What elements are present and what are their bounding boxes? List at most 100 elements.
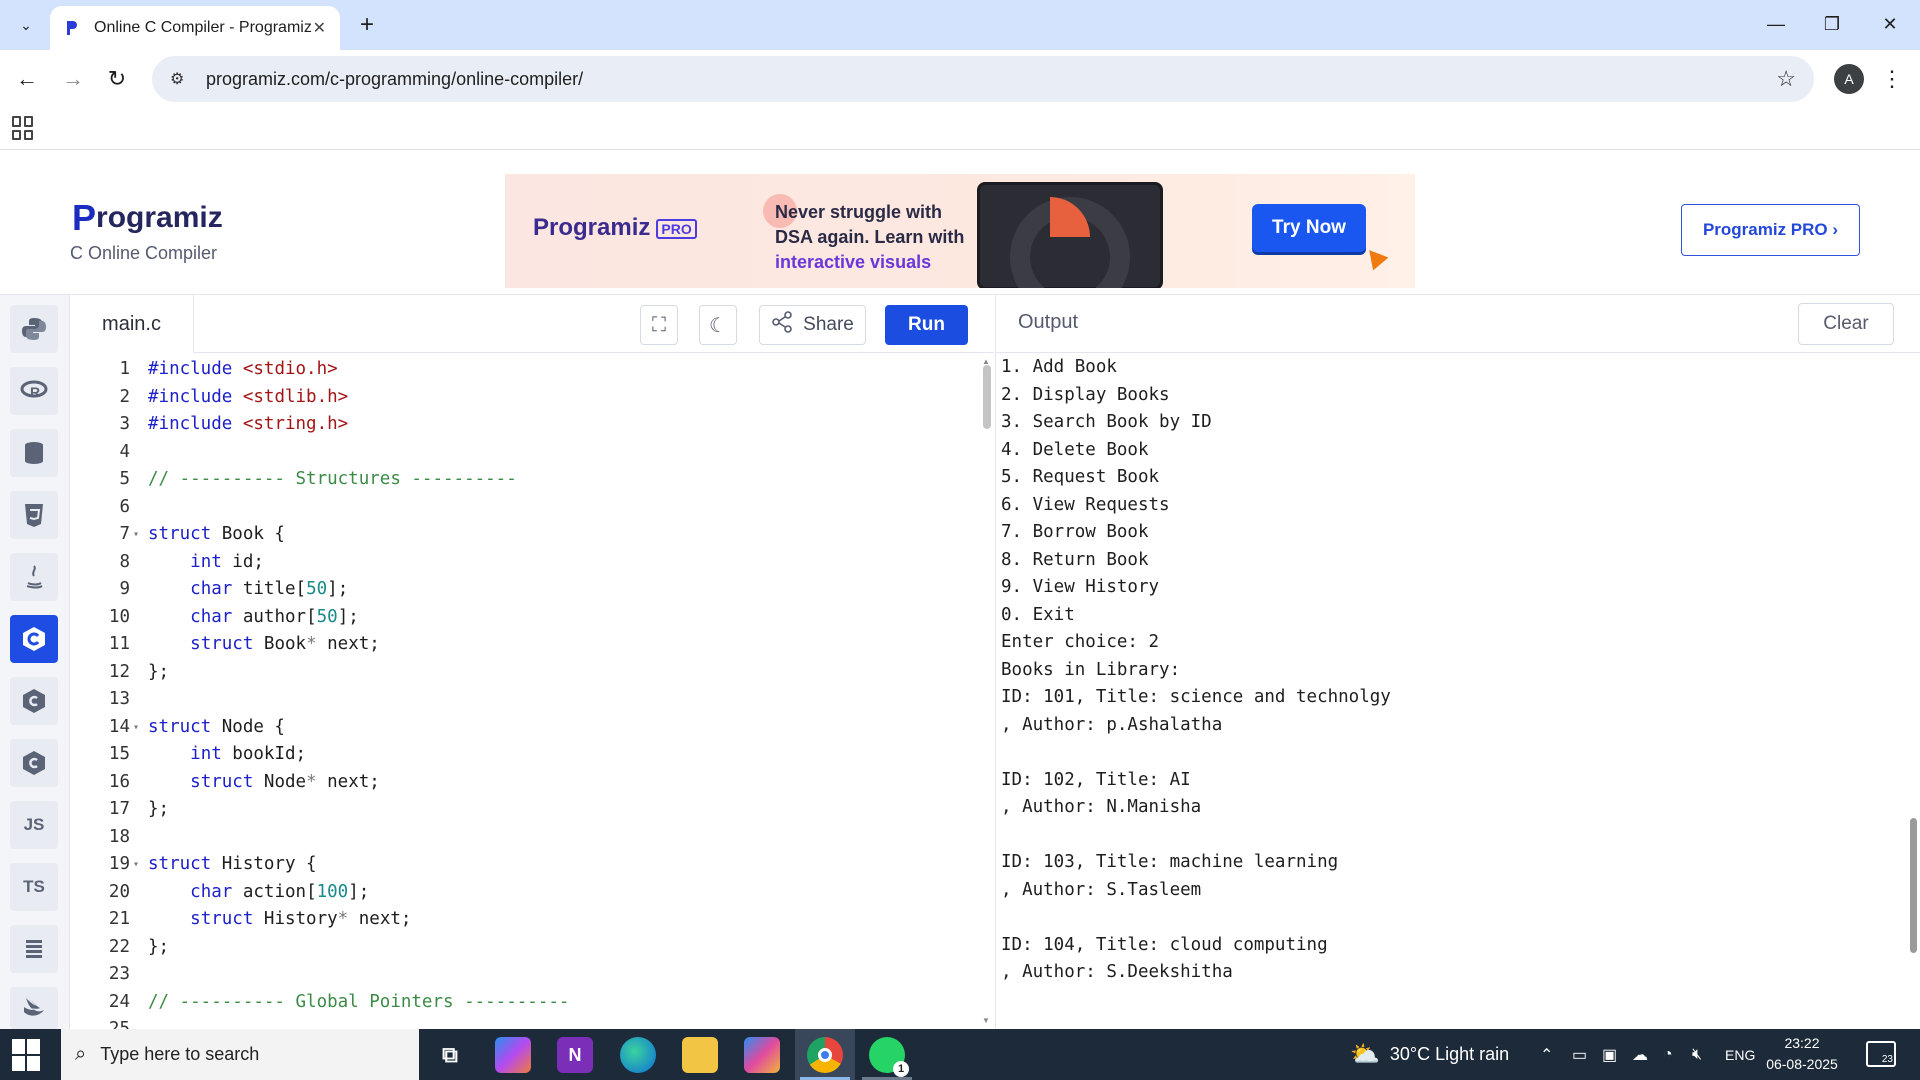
fold-arrow-icon[interactable]: ▾: [133, 714, 139, 742]
profile-avatar[interactable]: A: [1834, 64, 1864, 94]
js-icon[interactable]: JS: [10, 801, 58, 849]
tab-close-icon[interactable]: ✕: [313, 18, 326, 38]
file-tab-main-c[interactable]: main.c: [70, 295, 194, 353]
tab-search-icon[interactable]: ⌄: [10, 10, 42, 40]
code-line[interactable]: 22};: [70, 934, 970, 962]
fold-arrow-icon[interactable]: ▾: [133, 521, 139, 549]
editor-scrollbar[interactable]: [983, 365, 991, 429]
code-line[interactable]: 5 // ---------- Structures ----------: [70, 466, 970, 494]
clock[interactable]: 23:22 06-08-2025: [1762, 1033, 1842, 1075]
clock-time: 23:22: [1784, 1035, 1820, 1051]
c-icon[interactable]: [10, 615, 58, 663]
windows-start-icon[interactable]: [12, 1039, 46, 1071]
code-line[interactable]: 4: [70, 439, 970, 467]
cpp-icon[interactable]: [10, 677, 58, 725]
copilot-icon[interactable]: [495, 1037, 531, 1073]
back-icon[interactable]: ←: [10, 62, 44, 96]
tray-chevron-icon[interactable]: ⌃: [1540, 1029, 1553, 1080]
chrome-icon[interactable]: [807, 1037, 843, 1073]
url-text[interactable]: programiz.com/c-programming/online-compi…: [206, 69, 1776, 90]
onenote-icon[interactable]: N: [557, 1037, 593, 1073]
onedrive-icon[interactable]: ☁: [1632, 1029, 1648, 1080]
whatsapp-icon[interactable]: 1: [869, 1037, 909, 1077]
taskbar-search[interactable]: ⌕ Type here to search: [61, 1029, 419, 1080]
ad-banner[interactable]: Programiz PRO Never struggle with DSA aga…: [505, 174, 1415, 288]
close-window-icon[interactable]: ✕: [1862, 0, 1918, 48]
code-line[interactable]: 14 ▾ struct Node {: [70, 714, 970, 742]
code-text: };: [148, 661, 170, 682]
output-line: 8. Return Book: [1001, 549, 1149, 570]
address-bar[interactable]: ⚙ programiz.com/c-programming/online-com…: [152, 56, 1814, 102]
html-icon[interactable]: [10, 491, 58, 539]
code-editor[interactable]: 1 #include <stdio.h> 2 #include <stdlib.h> 3…: [70, 353, 994, 1029]
programiz-pro-button[interactable]: Programiz PRO ›: [1681, 204, 1860, 256]
fold-arrow-icon[interactable]: ▾: [133, 851, 139, 879]
code-line[interactable]: 12};: [70, 659, 970, 687]
bookmark-star-icon[interactable]: ☆: [1776, 66, 1796, 92]
output-line: 6. View Requests: [1001, 494, 1170, 515]
code-line[interactable]: 13: [70, 686, 970, 714]
r-icon[interactable]: R: [10, 367, 58, 415]
restore-icon[interactable]: ❐: [1804, 0, 1860, 48]
code-line[interactable]: 2 #include <stdlib.h>: [70, 384, 970, 412]
reload-icon[interactable]: ↻: [100, 62, 134, 96]
file-explorer-icon[interactable]: [682, 1037, 718, 1073]
code-line[interactable]: 8 int id;: [70, 549, 970, 577]
programiz-logo[interactable]: Programiz: [72, 197, 223, 239]
fullscreen-icon[interactable]: ⛶: [640, 305, 678, 345]
output-console[interactable]: 1. Add Book 2. Display Books 3. Search Boo…: [995, 353, 1920, 1029]
python-icon[interactable]: [10, 305, 58, 353]
output-line: ID: 101, Title: science and technolgy: [1001, 687, 1391, 707]
ad-try-now-button[interactable]: Try Now: [1252, 204, 1366, 252]
code-line[interactable]: 18: [70, 824, 970, 852]
meet-icon[interactable]: ▣: [1602, 1029, 1617, 1080]
code-line[interactable]: 9 char title[50];: [70, 576, 970, 604]
browser-tab[interactable]: Online C Compiler - Programiz ✕: [50, 6, 340, 50]
code-line[interactable]: 19 ▾ struct History {: [70, 851, 970, 879]
code-line[interactable]: 1 #include <stdio.h>: [70, 356, 970, 384]
csharp-icon[interactable]: [10, 739, 58, 787]
ts-icon[interactable]: TS: [10, 863, 58, 911]
run-button[interactable]: Run: [885, 305, 968, 345]
code-line[interactable]: 3 #include <string.h>: [70, 411, 970, 439]
notification-icon[interactable]: 23: [1866, 1041, 1896, 1067]
new-tab-button[interactable]: +: [352, 10, 382, 40]
code-line[interactable]: 17};: [70, 796, 970, 824]
code-line[interactable]: 6: [70, 494, 970, 522]
code-line[interactable]: 16 struct Node* next;: [70, 769, 970, 797]
clear-button[interactable]: Clear: [1798, 303, 1894, 345]
code-line[interactable]: 10 char author[50];: [70, 604, 970, 632]
weather-widget[interactable]: ⛅ 30°C Light rain: [1350, 1029, 1509, 1080]
go-icon[interactable]: [10, 925, 58, 973]
language-indicator[interactable]: ENG: [1725, 1029, 1755, 1080]
bookmarks-bar: [0, 108, 1920, 150]
menu-kebab-icon[interactable]: ⋮: [1880, 62, 1904, 96]
forward-icon[interactable]: →: [56, 62, 90, 96]
line-number: 12: [108, 661, 130, 682]
m365-icon[interactable]: [744, 1037, 780, 1073]
code-line[interactable]: 7 ▾ struct Book {: [70, 521, 970, 549]
share-button[interactable]: Share: [759, 305, 866, 345]
line-number: 18: [108, 826, 130, 847]
edge-icon[interactable]: [620, 1037, 656, 1073]
code-line[interactable]: 23: [70, 961, 970, 989]
editor-scroll-down-icon[interactable]: ▼: [982, 1016, 990, 1025]
site-info-icon[interactable]: ⚙: [170, 69, 190, 89]
code-line[interactable]: 21 struct History* next;: [70, 906, 970, 934]
volume-muted-icon[interactable]: 🔇︎: [1692, 1029, 1702, 1080]
java-icon[interactable]: [10, 553, 58, 601]
code-line[interactable]: 20 char action[100];: [70, 879, 970, 907]
swift-icon[interactable]: [10, 987, 58, 1029]
code-line[interactable]: 15 int bookId;: [70, 741, 970, 769]
sql-icon[interactable]: [10, 429, 58, 477]
dark-mode-icon[interactable]: ☾: [699, 305, 737, 345]
apps-grid-icon[interactable]: [12, 116, 36, 140]
code-line[interactable]: 24 // ---------- Global Pointers --------…: [70, 989, 970, 1017]
code-line[interactable]: 11 struct Book* next;: [70, 631, 970, 659]
output-scrollbar[interactable]: [1910, 818, 1917, 953]
minimize-icon[interactable]: —: [1748, 0, 1804, 48]
code-line[interactable]: 25: [70, 1016, 970, 1029]
wifi-icon[interactable]: ◔: [1663, 1029, 1673, 1080]
task-view-icon[interactable]: ⧉: [432, 1037, 468, 1073]
battery-icon[interactable]: ▭: [1572, 1029, 1587, 1080]
